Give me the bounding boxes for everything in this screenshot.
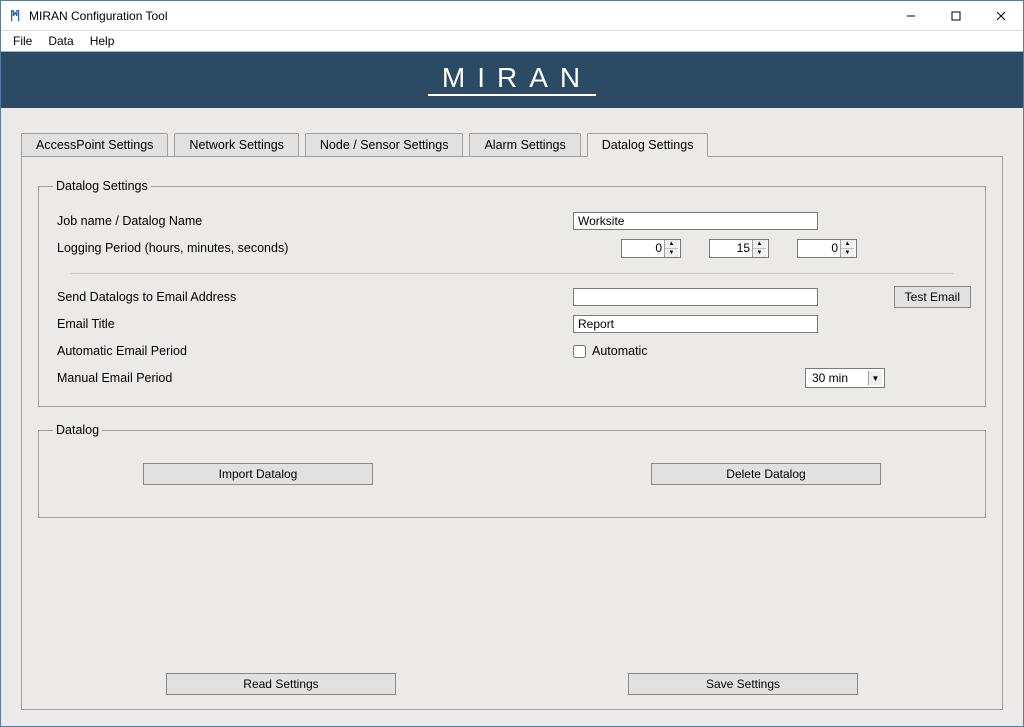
logging-period-hours[interactable]: ▲▼	[621, 239, 681, 258]
app-icon	[9, 9, 23, 23]
send-email-label: Send Datalogs to Email Address	[53, 290, 573, 304]
content: AccessPoint Settings Network Settings No…	[1, 108, 1023, 726]
logo-text: MIRAN	[428, 64, 596, 96]
logging-period-minutes[interactable]: ▲▼	[709, 239, 769, 258]
logging-period-minutes-input[interactable]	[710, 240, 752, 257]
import-datalog-button[interactable]: Import Datalog	[143, 463, 373, 485]
test-email-button[interactable]: Test Email	[894, 286, 971, 308]
tab-network-settings[interactable]: Network Settings	[174, 133, 298, 157]
close-button[interactable]	[978, 1, 1023, 30]
tab-alarm-settings[interactable]: Alarm Settings	[469, 133, 580, 157]
send-email-input[interactable]	[573, 288, 818, 306]
titlebar: MIRAN Configuration Tool	[1, 1, 1023, 31]
minimize-button[interactable]	[888, 1, 933, 30]
logging-period-hours-input[interactable]	[622, 240, 664, 257]
manual-email-label: Manual Email Period	[53, 371, 573, 385]
menubar: File Data Help	[1, 31, 1023, 51]
email-title-label: Email Title	[53, 317, 573, 331]
group-datalog-settings-legend: Datalog Settings	[53, 179, 151, 193]
tab-page-datalog: Datalog Settings Job name / Datalog Name…	[21, 156, 1003, 710]
menu-help[interactable]: Help	[84, 32, 121, 50]
tab-datalog-settings[interactable]: Datalog Settings	[587, 133, 709, 157]
auto-email-checkbox-wrap[interactable]: Automatic	[573, 344, 648, 358]
auto-email-check-label: Automatic	[592, 344, 648, 358]
logging-period-seconds[interactable]: ▲▼	[797, 239, 857, 258]
window-controls	[888, 1, 1023, 30]
tab-accesspoint-settings[interactable]: AccessPoint Settings	[21, 133, 168, 157]
manual-email-select[interactable]: 30 min ▼	[805, 368, 885, 388]
logging-period-label: Logging Period (hours, minutes, seconds)	[53, 241, 573, 255]
group-datalog: Datalog Import Datalog Delete Datalog	[38, 423, 986, 518]
save-settings-button[interactable]: Save Settings	[628, 673, 858, 695]
spinner-arrows-icon[interactable]: ▲▼	[664, 240, 678, 257]
group-datalog-settings: Datalog Settings Job name / Datalog Name…	[38, 179, 986, 407]
spinner-arrows-icon[interactable]: ▲▼	[840, 240, 854, 257]
maximize-button[interactable]	[933, 1, 978, 30]
auto-email-checkbox[interactable]	[573, 345, 586, 358]
tab-row: AccessPoint Settings Network Settings No…	[21, 132, 1003, 156]
menu-data[interactable]: Data	[42, 32, 79, 50]
manual-email-value: 30 min	[812, 371, 848, 385]
group-datalog-legend: Datalog	[53, 423, 102, 437]
read-settings-button[interactable]: Read Settings	[166, 673, 396, 695]
email-title-input[interactable]	[573, 315, 818, 333]
job-name-label: Job name / Datalog Name	[53, 214, 573, 228]
tab-node-sensor-settings[interactable]: Node / Sensor Settings	[305, 133, 464, 157]
window-title: MIRAN Configuration Tool	[29, 9, 888, 23]
banner: MIRAN	[1, 52, 1023, 108]
separator	[71, 273, 953, 274]
auto-email-label: Automatic Email Period	[53, 344, 573, 358]
spinner-arrows-icon[interactable]: ▲▼	[752, 240, 766, 257]
window-root: MIRAN Configuration Tool File Data Help …	[0, 0, 1024, 727]
chevron-down-icon: ▼	[868, 371, 882, 385]
client-area: MIRAN AccessPoint Settings Network Setti…	[1, 51, 1023, 726]
logging-period-seconds-input[interactable]	[798, 240, 840, 257]
delete-datalog-button[interactable]: Delete Datalog	[651, 463, 881, 485]
job-name-input[interactable]	[573, 212, 818, 230]
bottom-button-row: Read Settings Save Settings	[36, 665, 988, 695]
menu-file[interactable]: File	[7, 32, 38, 50]
